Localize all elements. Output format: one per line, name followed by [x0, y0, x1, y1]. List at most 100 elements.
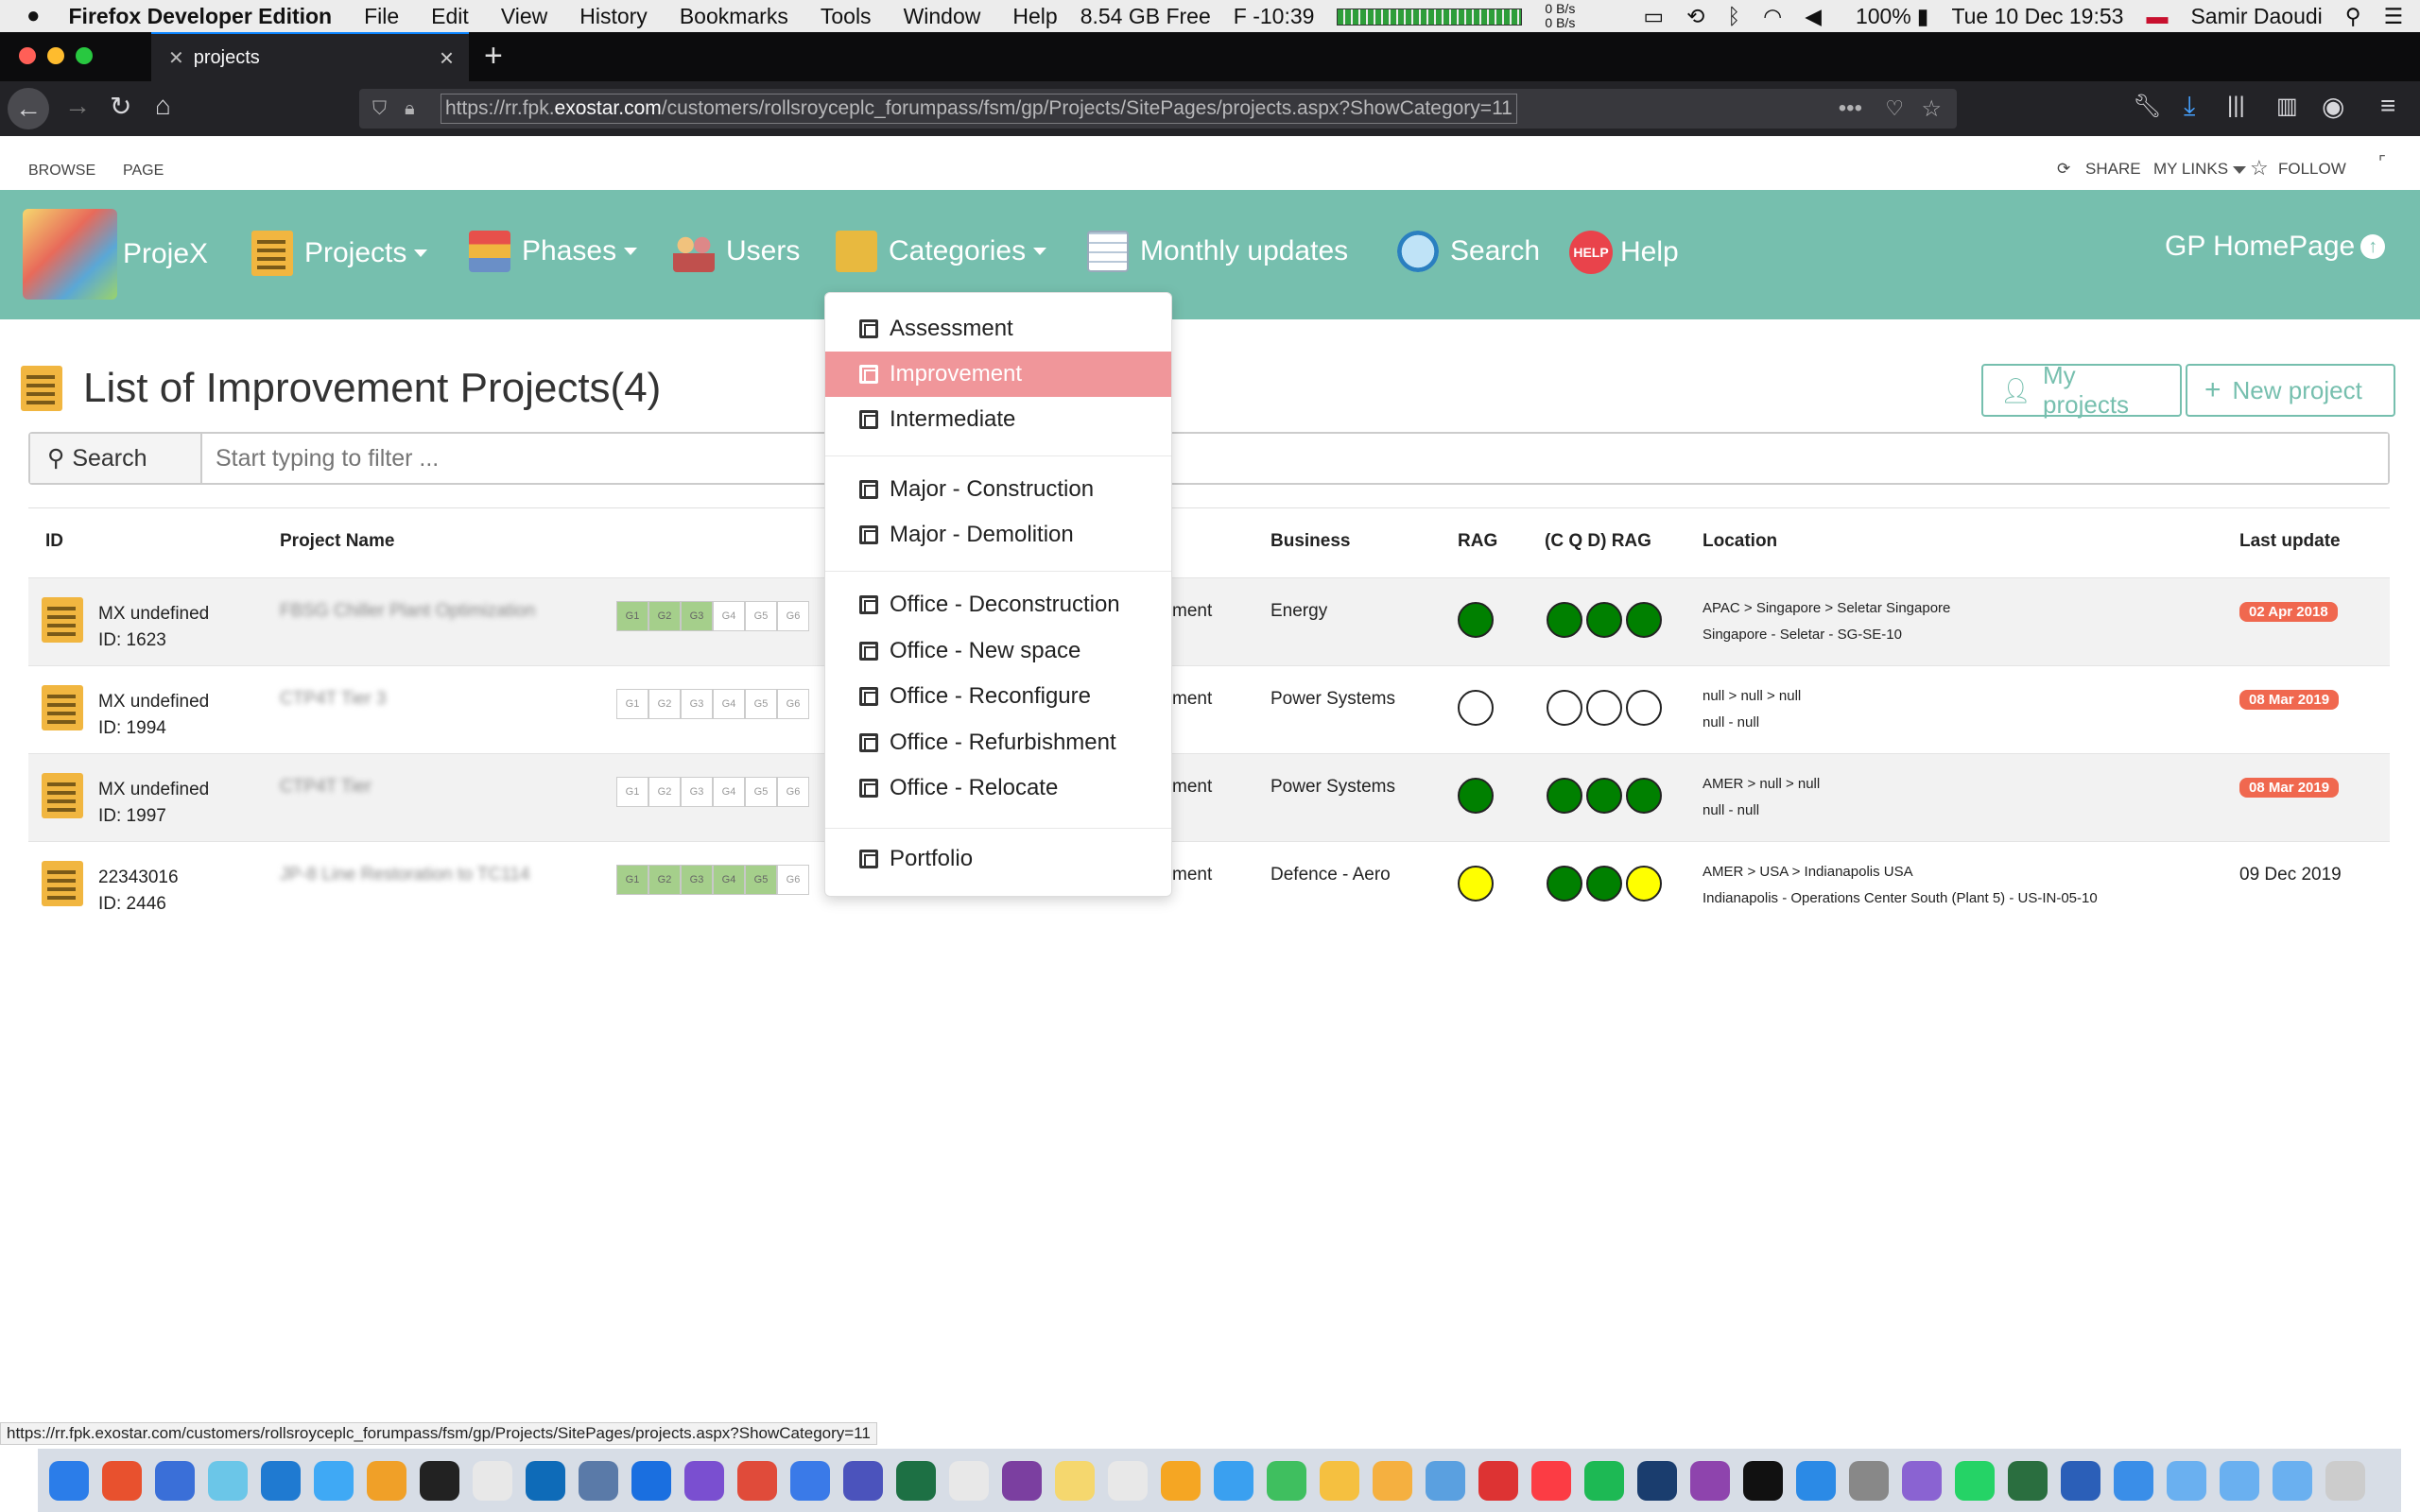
flag-icon[interactable]: ▬ [2146, 4, 2168, 29]
download-icon[interactable]: ⤓ [2184, 91, 2195, 122]
dock-app-icon[interactable] [1584, 1460, 1624, 1501]
table-row[interactable]: 22343016 ID: 2446 JP-8 Line Restoration to… [28, 841, 2390, 929]
dock-app-icon[interactable] [1690, 1460, 1730, 1501]
project-id[interactable]: MX undefined ID: 1994 [98, 689, 209, 742]
dock-app-icon[interactable] [1478, 1460, 1518, 1501]
category-office-reconfigure[interactable]: Office - Reconfigure [825, 674, 1171, 719]
project-name[interactable]: CTP4T Tier [280, 777, 563, 798]
col-header-project-name[interactable]: Project Name [280, 531, 394, 552]
ribbon-browse-tab[interactable]: BROWSE [28, 163, 95, 180]
dock-app-icon[interactable] [1902, 1460, 1942, 1501]
bluetooth-icon[interactable]: ᛒ [1727, 4, 1740, 29]
nav-categories[interactable]: Categories [836, 231, 1047, 272]
close-tab-icon[interactable]: × [440, 43, 454, 73]
forward-icon[interactable]: → [64, 91, 91, 121]
dock-app-icon[interactable] [102, 1460, 142, 1501]
dock-app-icon[interactable] [1108, 1460, 1148, 1501]
dock-app-icon[interactable] [737, 1460, 777, 1501]
dock-app-icon[interactable] [1955, 1460, 1995, 1501]
minimize-window-button[interactable] [47, 47, 64, 64]
dock-app-icon[interactable] [1426, 1460, 1465, 1501]
dock-app-icon[interactable] [155, 1460, 195, 1501]
reload-icon[interactable]: ↻ [110, 91, 131, 122]
hamburger-menu-icon[interactable]: ≡ [2380, 91, 2395, 121]
nav-help[interactable]: HELP Help [1569, 231, 1679, 274]
airplay-icon[interactable]: ▭ [1643, 4, 1664, 29]
dock-app-icon[interactable] [1531, 1460, 1571, 1501]
dock-app-icon[interactable] [843, 1460, 883, 1501]
nav-monthly-updates[interactable]: Monthly updates [1087, 231, 1348, 272]
dock-app-icon[interactable] [367, 1460, 406, 1501]
category-major-construction[interactable]: Major - Construction [825, 467, 1171, 512]
new-project-button[interactable]: + New project [2186, 364, 2395, 417]
project-id[interactable]: MX undefined ID: 1997 [98, 777, 209, 830]
time-machine-icon[interactable]: ⟲ [1686, 4, 1704, 29]
category-improvement[interactable]: Improvement [825, 352, 1171, 397]
nav-gp-homepage[interactable]: GP HomePage ↑ [2165, 231, 2386, 263]
bookmark-star-icon[interactable]: ☆ [1921, 95, 1942, 123]
url-text[interactable]: https://rr.fpk.exostar.com/customers/rol… [441, 94, 1517, 124]
focus-icon[interactable]: ⌜ [2378, 153, 2386, 172]
category-portfolio[interactable]: Portfolio [825, 836, 1171, 882]
dock-app-icon[interactable] [1796, 1460, 1836, 1501]
col-header-location[interactable]: Location [1703, 531, 1777, 552]
account-icon[interactable]: ◉ [2322, 91, 2344, 122]
share-icon[interactable]: ⟳ [2057, 160, 2070, 179]
dock-app-icon[interactable] [1002, 1460, 1042, 1501]
dock-app-icon[interactable] [579, 1460, 618, 1501]
url-bar[interactable]: ⛉ 🔒︎ https://rr.fpk.exostar.com/customer… [359, 89, 1957, 129]
project-id[interactable]: MX undefined ID: 1623 [98, 601, 209, 654]
filter-input[interactable] [202, 434, 2388, 483]
apple-icon[interactable]: ● [26, 3, 41, 29]
category-intermediate[interactable]: Intermediate [825, 397, 1171, 442]
wrench-icon[interactable]: 🔧︎ [2133, 93, 2161, 120]
tab-projects[interactable]: ✕ projects × [151, 32, 469, 81]
app-name[interactable]: Firefox Developer Edition [69, 4, 333, 29]
dock-app-icon[interactable] [314, 1460, 354, 1501]
dock-app-icon[interactable] [420, 1460, 459, 1501]
dock-app-icon[interactable] [1055, 1460, 1095, 1501]
project-name[interactable]: CTP4T Tier 3 [280, 689, 563, 710]
share-link[interactable]: SHARE [2085, 160, 2141, 179]
notification-center-icon[interactable]: ☰ [2384, 4, 2404, 29]
lock-icon[interactable]: 🔒︎ [405, 98, 415, 120]
my-projects-button[interactable]: 👤︎ My projects [1981, 361, 2182, 419]
page-actions-icon[interactable]: ••• [1839, 95, 1862, 122]
dock-app-icon[interactable] [2061, 1460, 2100, 1501]
dock-app-icon[interactable] [2325, 1460, 2365, 1501]
dock-app-icon[interactable] [790, 1460, 830, 1501]
menu-tools[interactable]: Tools [821, 4, 872, 29]
dock-app-icon[interactable] [1214, 1460, 1253, 1501]
col-header-last-update[interactable]: Last update [2239, 531, 2341, 552]
dock-app-icon[interactable] [1161, 1460, 1201, 1501]
dock-app-icon[interactable] [1637, 1460, 1677, 1501]
follow-star-icon[interactable]: ☆ [2250, 156, 2269, 180]
dock-app-icon[interactable] [2220, 1460, 2259, 1501]
dock-app-icon[interactable] [1373, 1460, 1412, 1501]
my-links-caret-icon[interactable] [2233, 166, 2246, 174]
project-id[interactable]: 22343016 ID: 2446 [98, 865, 179, 918]
close-window-button[interactable] [19, 47, 36, 64]
user-name[interactable]: Samir Daoudi [2190, 4, 2322, 29]
col-header-cqd-rag[interactable]: (C Q D) RAG [1545, 531, 1651, 552]
nav-search[interactable]: Search [1397, 231, 1540, 272]
dock-app-icon[interactable] [684, 1460, 724, 1501]
dock-app-icon[interactable] [2008, 1460, 2048, 1501]
back-icon[interactable]: ← [8, 88, 49, 129]
library-icon[interactable]: ||| [2227, 93, 2245, 119]
dock-app-icon[interactable] [261, 1460, 301, 1501]
menu-edit[interactable]: Edit [431, 4, 469, 29]
col-header-id[interactable]: ID [45, 531, 63, 552]
menu-view[interactable]: View [501, 4, 547, 29]
dock-app-icon[interactable] [1849, 1460, 1889, 1501]
new-tab-icon[interactable]: + [484, 38, 503, 75]
dock-app-icon[interactable] [473, 1460, 512, 1501]
category-office-refurbishment[interactable]: Office - Refurbishment [825, 720, 1171, 765]
dock-app-icon[interactable] [2167, 1460, 2206, 1501]
dock-app-icon[interactable] [1267, 1460, 1306, 1501]
dock-app-icon[interactable] [896, 1460, 936, 1501]
dock-app-icon[interactable] [208, 1460, 248, 1501]
datetime[interactable]: Tue 10 Dec 19:53 [1951, 4, 2123, 29]
dock-app-icon[interactable] [2273, 1460, 2312, 1501]
nav-projects[interactable]: Projects [251, 231, 428, 276]
